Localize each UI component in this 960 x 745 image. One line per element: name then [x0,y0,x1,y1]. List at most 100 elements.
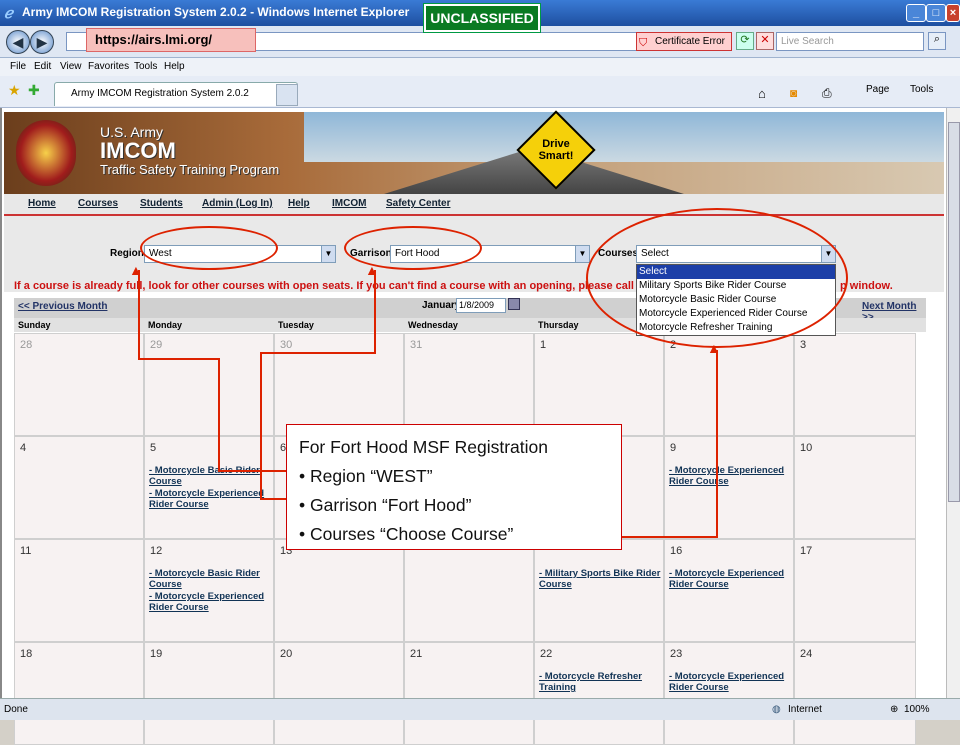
drive-smart-text: Drive Smart! [538,138,574,162]
calendar-day-cell[interactable]: 20 [274,642,404,745]
calendar-day-cell[interactable] [404,539,534,642]
calendar-day-cell[interactable]: 29 [144,333,274,436]
site-banner: U.S. Army IMCOM Traffic Safety Training … [4,110,944,194]
url-text[interactable]: https://airs.lmi.org/ [86,28,256,52]
new-tab-button[interactable] [276,84,298,106]
close-button[interactable]: × [946,4,960,22]
calendar-day-cell[interactable]: 1 [534,333,664,436]
calendar-day-cell[interactable]: 30 [274,333,404,436]
menu-edit[interactable]: Edit [34,61,51,72]
calendar-day-cell[interactable]: 18 [14,642,144,745]
course-event-link[interactable]: - Motorcycle Experienced Rider Course [669,671,791,693]
forward-button[interactable]: ▶ [30,30,54,54]
banner-title: U.S. Army IMCOM Traffic Safety Training … [100,124,279,177]
nav-imcom[interactable]: IMCOM [332,198,366,209]
certificate-error-button[interactable]: ⛉ Certificate Error [636,32,732,51]
zoom-icon[interactable]: ⊕ [890,704,898,715]
menu-help[interactable]: Help [164,61,185,72]
calendar-day-cell[interactable]: 22 - Motorcycle Refresher Training [534,642,664,745]
refresh-icon[interactable]: ⟳ [736,32,754,50]
menu-view[interactable]: View [60,61,82,72]
vertical-scrollbar[interactable] [946,108,960,698]
minimize-button[interactable]: _ [906,4,926,22]
calendar-day-cell[interactable]: 28 [14,333,144,436]
nav-admin[interactable]: Admin (Log In) [202,198,273,209]
search-icon[interactable]: ⌕ [928,32,946,50]
calendar-day-cell[interactable]: 16 - Motorcycle Experienced Rider Course [664,539,794,642]
connector-line [218,358,220,472]
calendar-day-cell[interactable]: 19 [144,642,274,745]
chevron-down-icon[interactable]: ▼ [321,246,335,262]
rss-icon[interactable]: ◙ [790,86,797,100]
callout-item: • Courses “Choose Course” [299,524,514,544]
calendar-day-cell[interactable]: 31 [404,333,534,436]
day-number: 19 [150,648,163,660]
connector-line [716,350,718,538]
calendar-icon[interactable] [508,298,520,310]
course-event-link[interactable]: - Motorcycle Refresher Training [539,671,661,693]
previous-month-link[interactable]: << Previous Month [18,301,107,312]
search-input[interactable]: Live Search [776,32,924,51]
course-event-link[interactable]: - Motorcycle Basic Rider Course [149,465,271,487]
date-input[interactable]: 1/8/2009 [456,298,506,313]
tools-menu[interactable]: Tools [910,84,933,95]
courses-highlight-ring [586,208,848,348]
nav-safety-center[interactable]: Safety Center [386,198,450,209]
calendar-day-cell[interactable]: 24 [794,642,916,745]
calendar-day-cell[interactable]: 23 - Motorcycle Experienced Rider Course [664,642,794,745]
callout-item-text: Garrison “Fort Hood” [310,495,472,515]
nav-students[interactable]: Students [140,198,183,209]
course-event-link[interactable]: - Military Sports Bike Rider Course [539,568,661,590]
course-event-link[interactable]: - Motorcycle Basic Rider Course [149,568,271,590]
shield-warning-icon: ⛉ [639,37,648,49]
certificate-error-label: Certificate Error [655,36,726,47]
calendar-day-cell[interactable]: 21 [404,642,534,745]
back-button[interactable]: ◀ [6,30,30,54]
maximize-button[interactable]: □ [926,4,946,22]
calendar-day-cell[interactable]: - Military Sports Bike Rider Course [534,539,664,642]
calendar-day-cell[interactable]: 5 - Motorcycle Basic Rider Course - Motorc… [144,436,274,539]
favorites-star-icon[interactable]: ★ [8,82,21,99]
zone-text: Internet [788,704,822,715]
day-number: 9 [670,442,677,454]
day-number: 16 [670,545,683,557]
stop-icon[interactable]: ✕ [756,32,774,50]
nav-courses[interactable]: Courses [78,198,118,209]
course-event-link[interactable]: - Motorcycle Experienced Rider Course [669,465,791,487]
tab-current[interactable]: Army IMCOM Registration System 2.0.2 [54,82,298,106]
day-number: 3 [800,339,807,351]
calendar-day-cell[interactable]: 2 [664,333,794,436]
menu-tools[interactable]: Tools [134,61,157,72]
calendar-day-cell[interactable]: 9 - Motorcycle Experienced Rider Course [664,436,794,539]
add-favorite-icon[interactable]: ✚ [28,82,40,99]
callout-item: • Garrison “Fort Hood” [299,495,472,515]
course-event-link[interactable]: - Motorcycle Experienced Rider Course [149,591,271,613]
classification-banner: UNCLASSIFIED [423,3,541,33]
calendar-day-cell[interactable]: 3 [794,333,916,436]
connector-line [374,270,376,354]
banner-line2: IMCOM [100,138,176,163]
menu-file[interactable]: File [10,61,26,72]
day-number: 11 [20,545,32,557]
calendar-day-cell[interactable]: 4 [14,436,144,539]
zoom-level[interactable]: 100% [904,704,930,715]
menu-favorites[interactable]: Favorites [88,61,129,72]
day-header: Tuesday [278,320,314,330]
calendar-day-cell[interactable]: 11 [14,539,144,642]
course-event-link[interactable]: - Motorcycle Experienced Rider Course [669,568,791,590]
chevron-down-icon[interactable]: ▼ [575,246,589,262]
calendar-day-cell[interactable]: 12 - Motorcycle Basic Rider Course - Motor… [144,539,274,642]
scrollbar-thumb[interactable] [948,122,960,502]
course-event-link[interactable]: - Motorcycle Experienced Rider Course [149,488,271,510]
page-menu[interactable]: Page [866,84,889,95]
callout-item: • Region “WEST” [299,466,433,486]
calendar-day-cell[interactable]: 10 [794,436,916,539]
calendar-day-cell[interactable]: 17 [794,539,916,642]
print-icon[interactable]: ⎙ [822,86,832,101]
home-icon[interactable]: ⌂ [758,86,766,101]
nav-home[interactable]: Home [28,198,56,209]
menu-bar: File Edit View Favorites Tools Help [0,58,960,76]
nav-help[interactable]: Help [288,198,310,209]
calendar-day-cell[interactable]: 13 [274,539,404,642]
day-number: 4 [20,442,27,454]
